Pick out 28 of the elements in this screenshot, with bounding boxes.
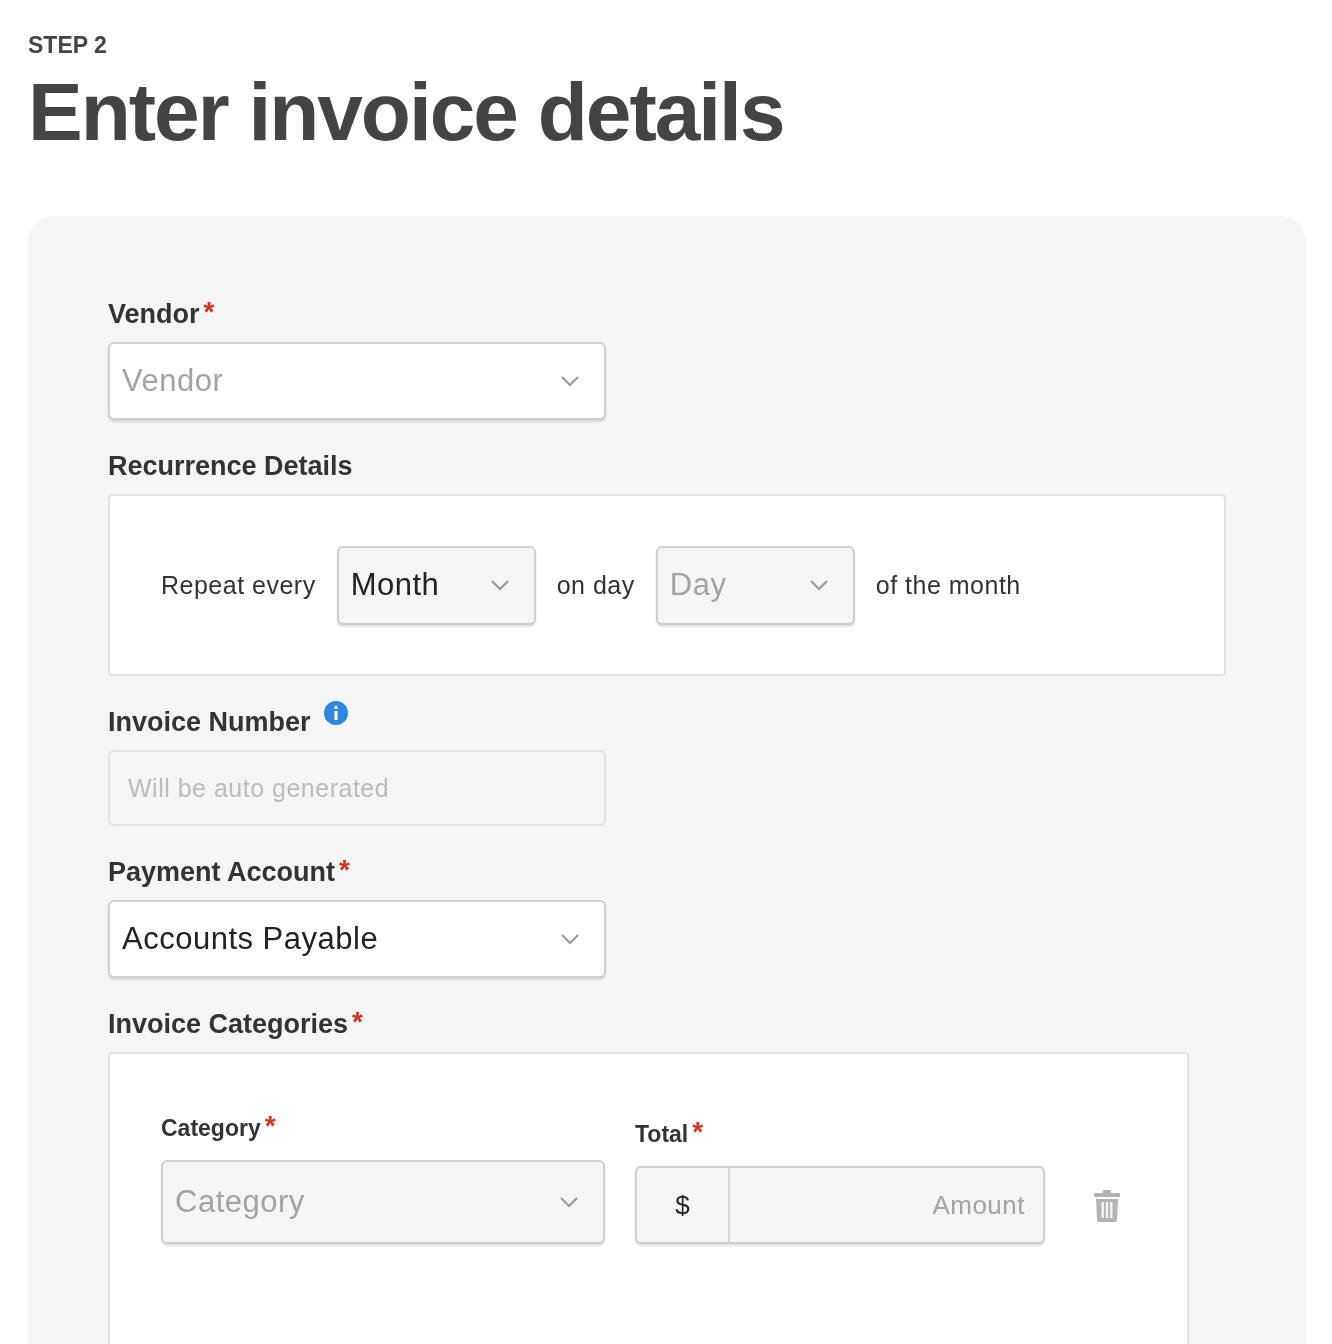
chevron-icon	[560, 933, 580, 945]
required-mark: *	[352, 1008, 363, 1036]
field-label: Invoice Number	[108, 706, 311, 738]
dropdown[interactable]: Accounts Payable	[108, 900, 606, 978]
chevron-icon	[808, 579, 829, 591]
chevron-icon	[489, 579, 510, 591]
chevron-icon	[559, 1196, 579, 1208]
field-label: Total	[635, 1120, 689, 1149]
amount-field[interactable]: $ Amount	[635, 1166, 1045, 1244]
step-label: STEP 2	[28, 31, 108, 60]
field-label: Payment Account	[108, 856, 336, 888]
amount-input[interactable]: Amount	[730, 1168, 1043, 1242]
required-mark: *	[264, 1112, 276, 1140]
field-label: Vendor	[108, 298, 200, 330]
recurrence-text: Repeat every	[161, 570, 316, 600]
chevron-icon	[560, 375, 580, 387]
field-label: Recurrence Details	[108, 450, 353, 482]
required-mark: *	[203, 298, 215, 326]
trash-icon[interactable]	[1093, 1190, 1121, 1222]
required-mark: *	[339, 856, 350, 884]
recurrence-text: of the month	[875, 570, 1021, 600]
field-label: Category	[161, 1114, 261, 1143]
currency-prefix: $	[637, 1168, 730, 1242]
field-label: Invoice Categories	[108, 1008, 349, 1040]
dropdown[interactable]: Month	[336, 545, 536, 625]
recurrence-text: on day	[556, 570, 635, 600]
required-mark: *	[692, 1118, 704, 1146]
page-title: Enter invoice details	[28, 72, 785, 152]
